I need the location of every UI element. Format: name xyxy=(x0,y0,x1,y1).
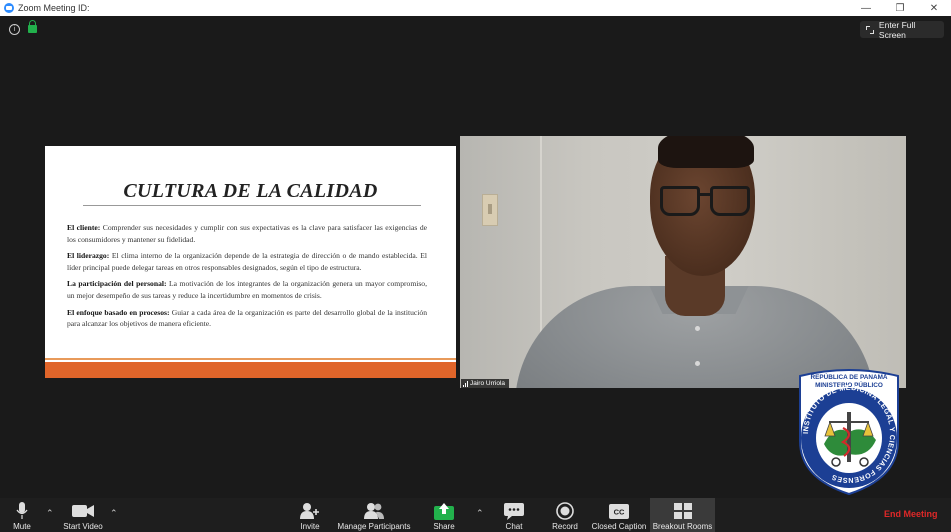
record-label: Record xyxy=(552,522,578,531)
slide-item-term: El enfoque basado en procesos: xyxy=(67,307,170,317)
chat-label: Chat xyxy=(505,522,523,531)
window-controls: — ❐ ✕ xyxy=(849,0,951,16)
slide-footer-bar xyxy=(45,362,456,378)
breakout-rooms-label: Breakout Rooms xyxy=(652,522,713,531)
slide-item: La participación del personal: La motiva… xyxy=(67,278,427,301)
logo-top-line1: REPÚBLICA DE PANAMÁ xyxy=(810,372,887,381)
window-title: Zoom Meeting ID: xyxy=(18,3,90,13)
zoom-logo-icon xyxy=(4,3,14,13)
breakout-rooms-button[interactable]: Breakout Rooms xyxy=(650,498,715,532)
mute-label: Mute xyxy=(13,522,31,531)
slide-footer-line xyxy=(45,358,456,360)
close-button[interactable]: ✕ xyxy=(917,0,951,16)
cc-icon-text: CC xyxy=(614,507,625,516)
meeting-toolbar: Mute ⌃ Start Video ⌃ Invite Manage Parti… xyxy=(0,498,951,532)
participant-hair xyxy=(658,136,754,168)
microphone-icon xyxy=(11,500,33,522)
share-options-chevron-icon[interactable]: ⌃ xyxy=(476,508,484,519)
slide-divider xyxy=(83,205,421,206)
shared-slide: CULTURA DE LA CALIDAD El cliente: Compre… xyxy=(45,146,456,378)
slide-item-term: El liderazgo: xyxy=(67,251,110,261)
start-video-label: Start Video xyxy=(63,522,103,531)
glasses xyxy=(660,186,700,216)
video-options-chevron-icon[interactable]: ⌃ xyxy=(110,508,118,519)
chat-bubble-icon xyxy=(503,500,525,522)
video-camera-icon xyxy=(72,500,94,522)
enter-full-screen-button[interactable]: Enter Full Screen xyxy=(860,19,944,40)
add-person-icon xyxy=(299,500,321,522)
slide-item: El enfoque basado en procesos: Guiar a c… xyxy=(67,307,427,330)
slide-item-term: El cliente: xyxy=(67,223,101,232)
slide-item: El liderazgo: El clima interno de la org… xyxy=(67,250,427,273)
glasses xyxy=(710,186,750,216)
fullscreen-icon xyxy=(866,25,874,34)
end-meeting-button[interactable]: End Meeting xyxy=(884,509,938,519)
window-title-bar: Zoom Meeting ID: — ❐ ✕ xyxy=(0,0,951,16)
shirt-button xyxy=(695,326,700,331)
slide-item-term: La participación del personal: xyxy=(67,279,167,289)
closed-caption-icon: CC xyxy=(608,500,630,522)
record-button[interactable]: Record xyxy=(549,498,581,532)
light-switch xyxy=(482,194,498,226)
closed-caption-button[interactable]: CC Closed Caption xyxy=(590,498,648,532)
participant-name: Jairo Urriola xyxy=(470,380,506,387)
share-label: Share xyxy=(433,522,455,531)
manage-participants-label: Manage Participants xyxy=(337,522,411,531)
participant-video[interactable] xyxy=(460,136,906,388)
slide-item-text: Comprender sus necesidades y cumplir con… xyxy=(67,223,427,244)
restore-button[interactable]: ❐ xyxy=(883,0,917,16)
invite-label: Invite xyxy=(300,522,320,531)
fullscreen-label: Enter Full Screen xyxy=(878,19,916,40)
manage-participants-button[interactable]: Manage Participants xyxy=(334,498,414,532)
imelcf-seal-logo: REPÚBLICA DE PANAMÁ MINISTERIO PÚBLICO I… xyxy=(799,369,899,496)
audio-options-chevron-icon[interactable]: ⌃ xyxy=(46,508,54,519)
chat-button[interactable]: Chat xyxy=(500,498,528,532)
encryption-lock-icon[interactable] xyxy=(28,20,37,33)
participant-name-tag: Jairo Urriola xyxy=(461,379,510,388)
shirt-button xyxy=(695,361,700,366)
mute-button[interactable]: Mute xyxy=(8,498,36,532)
invite-button[interactable]: Invite xyxy=(296,498,324,532)
slide-item: El cliente: Comprender sus necesidades y… xyxy=(67,222,427,245)
record-icon xyxy=(554,500,576,522)
slide-title: CULTURA DE LA CALIDAD xyxy=(123,180,378,202)
share-screen-icon xyxy=(433,500,455,522)
breakout-rooms-icon xyxy=(672,500,694,522)
participants-icon xyxy=(363,500,385,522)
slide-item-text: El clima interno de la organización depe… xyxy=(67,251,427,272)
glasses-bridge xyxy=(699,193,711,196)
start-video-button[interactable]: Start Video xyxy=(60,498,106,532)
closed-caption-label: Closed Caption xyxy=(591,522,647,531)
signal-strength-icon xyxy=(463,380,468,387)
meeting-info-icon[interactable]: i xyxy=(9,24,20,35)
share-screen-button[interactable]: Share xyxy=(430,498,458,532)
minimize-button[interactable]: — xyxy=(849,0,883,16)
slide-body: El cliente: Comprender sus necesidades y… xyxy=(67,222,427,335)
